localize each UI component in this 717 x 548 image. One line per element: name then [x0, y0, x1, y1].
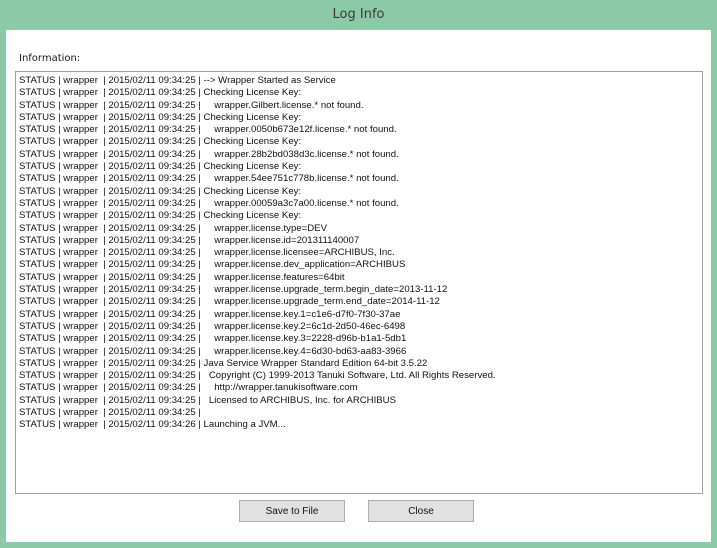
log-textbox[interactable]: STATUS | wrapper | 2015/02/11 09:34:25 |…: [15, 71, 703, 494]
log-line: STATUS | wrapper | 2015/02/11 09:34:25 |…: [19, 357, 428, 369]
log-info-window: Log Info Information: STATUS | wrapper |…: [0, 0, 717, 548]
log-line: STATUS | wrapper | 2015/02/11 09:34:25 |…: [19, 345, 407, 357]
save-to-file-button[interactable]: Save to File: [239, 500, 345, 522]
log-line: STATUS | wrapper | 2015/02/11 09:34:25 |…: [19, 136, 302, 148]
log-line: STATUS | wrapper | 2015/02/11 09:34:25 |…: [19, 222, 327, 234]
close-button[interactable]: Close: [368, 500, 474, 522]
log-line: STATUS | wrapper | 2015/02/11 09:34:25 |…: [19, 271, 345, 283]
log-line: STATUS | wrapper | 2015/02/11 09:34:25 |…: [19, 197, 399, 209]
log-line: STATUS | wrapper | 2015/02/11 09:34:25 |…: [19, 370, 496, 382]
log-line: STATUS | wrapper | 2015/02/11 09:34:25 |…: [19, 284, 448, 296]
log-line: STATUS | wrapper | 2015/02/11 09:34:25 |…: [19, 234, 360, 246]
log-line: STATUS | wrapper | 2015/02/11 09:34:25 |…: [19, 173, 399, 185]
log-line: STATUS | wrapper | 2015/02/11 09:34:25 |…: [19, 210, 302, 222]
log-line: STATUS | wrapper | 2015/02/11 09:34:25 |…: [19, 259, 406, 271]
log-line: STATUS | wrapper | 2015/02/11 09:34:25 |…: [19, 185, 302, 197]
dialog-content: Information: STATUS | wrapper | 2015/02/…: [6, 30, 711, 542]
log-line: STATUS | wrapper | 2015/02/11 09:34:25 |…: [19, 333, 407, 345]
log-line: STATUS | wrapper | 2015/02/11 09:34:25 |…: [19, 124, 397, 136]
log-line: STATUS | wrapper | 2015/02/11 09:34:25 |…: [19, 111, 302, 123]
window-title: Log Info: [332, 7, 385, 22]
log-line: STATUS | wrapper | 2015/02/11 09:34:25 |…: [19, 75, 336, 86]
log-line: STATUS | wrapper | 2015/02/11 09:34:25 |…: [19, 320, 406, 332]
log-line: STATUS | wrapper | 2015/02/11 09:34:25 |…: [19, 296, 440, 308]
log-line: STATUS | wrapper | 2015/02/11 09:34:25 |…: [19, 87, 302, 99]
log-line: STATUS | wrapper | 2015/02/11 09:34:25 |…: [19, 394, 397, 406]
log-line: STATUS | wrapper | 2015/02/11 09:34:25 |: [19, 407, 201, 419]
log-line: STATUS | wrapper | 2015/02/11 09:34:25 |…: [19, 161, 302, 173]
log-line: STATUS | wrapper | 2015/02/11 09:34:25 |…: [19, 99, 364, 111]
log-line: STATUS | wrapper | 2015/02/11 09:34:25 |…: [19, 247, 395, 259]
log-line: STATUS | wrapper | 2015/02/11 09:34:25 |…: [19, 148, 399, 160]
log-line: STATUS | wrapper | 2015/02/11 09:34:25 |…: [19, 382, 358, 394]
information-label: Information:: [19, 53, 81, 64]
log-line: STATUS | wrapper | 2015/02/11 09:34:26 |…: [19, 419, 286, 431]
log-line: STATUS | wrapper | 2015/02/11 09:34:25 |…: [19, 308, 401, 320]
